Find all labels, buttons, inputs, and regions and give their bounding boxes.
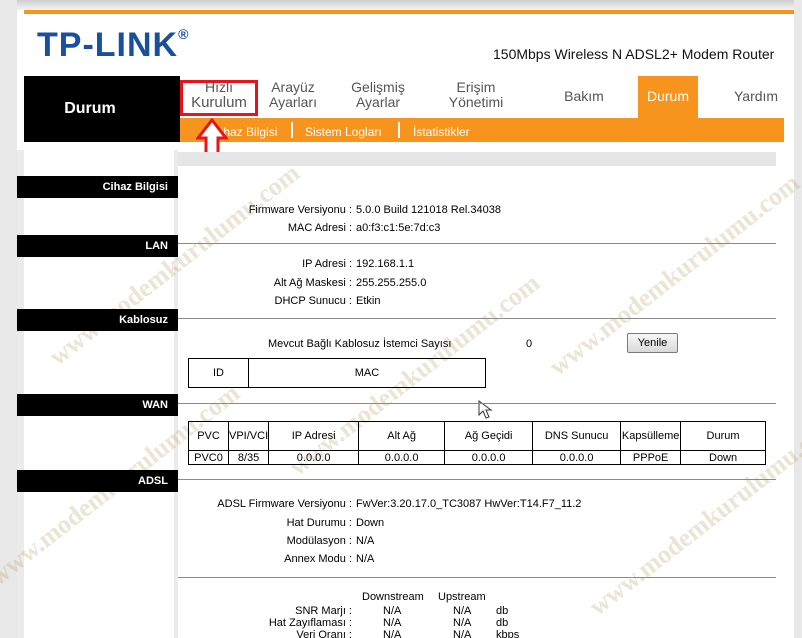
downstream-header: Downstream bbox=[362, 591, 424, 603]
nav-item-label-line1: Erişim bbox=[456, 79, 496, 95]
data-rate-up: N/A bbox=[453, 629, 472, 638]
nav-item-help[interactable]: Yardım bbox=[734, 89, 784, 104]
adsl-firmware-label: ADSL Firmware Versiyonu : bbox=[217, 498, 352, 510]
line-status-label: Hat Durumu : bbox=[286, 517, 352, 529]
table-header: PVC bbox=[188, 421, 229, 451]
wan-table: PVC VPI/VCI IP Adresi Alt Ağ Ağ Geçidi D… bbox=[188, 421, 766, 465]
annex-mode-label: Annex Modu : bbox=[284, 553, 352, 565]
wireless-clients-label: Mevcut Bağlı Kablosuz İstemci Sayısı bbox=[268, 338, 452, 350]
table-header: Ağ Geçidi bbox=[444, 421, 534, 451]
section-divider bbox=[178, 577, 776, 578]
subtab-system-logs[interactable]: Sistem Logları bbox=[305, 125, 382, 139]
table-cell: 0.0.0.0 bbox=[358, 450, 446, 465]
dhcp-server-label: DHCP Sunucu : bbox=[274, 295, 352, 307]
snr-margin-down: N/A bbox=[383, 605, 402, 617]
dhcp-server-value: Etkin bbox=[356, 295, 381, 307]
table-header-id: ID bbox=[188, 358, 249, 388]
nav-item-label-line2: Yönetimi bbox=[448, 94, 504, 110]
nav-item-label-line1: Arayüz bbox=[271, 79, 315, 95]
data-rate-unit: kbps bbox=[496, 629, 520, 638]
nav-item-label: Bakım bbox=[564, 88, 604, 104]
modulation-value: N/A bbox=[356, 535, 375, 547]
section-divider bbox=[178, 479, 776, 480]
subtab-divider bbox=[291, 122, 293, 138]
subtab-divider bbox=[398, 122, 400, 138]
nav-current-section-label: Durum bbox=[64, 100, 116, 117]
window-left-edge bbox=[0, 0, 17, 638]
snr-margin-up: N/A bbox=[453, 605, 472, 617]
section-label-wan: WAN bbox=[17, 394, 178, 416]
firmware-version-value: 5.0.0 Build 121018 Rel.34038 bbox=[356, 204, 501, 216]
nav-item-label: Yardım bbox=[734, 88, 779, 104]
header-accent-bar bbox=[24, 10, 794, 14]
line-status-value: Down bbox=[356, 517, 385, 529]
modulation-label: Modülasyon : bbox=[286, 535, 352, 547]
section-divider bbox=[178, 243, 776, 244]
data-rate-label: Veri Oranı : bbox=[296, 629, 352, 638]
window-top-edge bbox=[0, 0, 802, 10]
line-attenuation-label: Hat Zayıflaması : bbox=[268, 617, 352, 629]
section-label-adsl: ADSL bbox=[17, 470, 178, 492]
table-cell: PVC0 bbox=[188, 450, 229, 465]
ip-address-value: 192.168.1.1 bbox=[356, 258, 415, 270]
nav-item-status[interactable]: Durum bbox=[638, 88, 698, 104]
table-cell: 8/35 bbox=[227, 450, 270, 465]
mac-address-value: a0:f3:c1:5e:7d:c3 bbox=[356, 222, 441, 234]
upstream-header: Upstream bbox=[438, 591, 486, 603]
nav-item-label-line1: Gelişmiş bbox=[351, 79, 405, 95]
table-cell: PPPoE bbox=[620, 450, 682, 465]
table-header: Durum bbox=[680, 421, 766, 451]
snr-margin-label: SNR Marjı : bbox=[295, 605, 352, 617]
model-title: 150Mbps Wireless N ADSL2+ Modem Router bbox=[493, 46, 775, 62]
table-header: IP Adresi bbox=[268, 421, 360, 451]
table-cell: 0.0.0.0 bbox=[532, 450, 622, 465]
line-attenuation-down: N/A bbox=[383, 617, 402, 629]
table-row: PVC0 8/35 0.0.0.0 0.0.0.0 0.0.0.0 0.0.0.… bbox=[188, 450, 766, 465]
table-header-row: PVC VPI/VCI IP Adresi Alt Ağ Ağ Geçidi D… bbox=[188, 421, 766, 451]
table-header: VPI/VCI bbox=[227, 421, 270, 451]
wireless-clients-count: 0 bbox=[526, 338, 533, 350]
adsl-firmware-value: FwVer:3.20.17.0_TC3087 HwVer:T14.F7_11.2 bbox=[356, 498, 582, 510]
section-label-wireless: Kablosuz bbox=[17, 309, 178, 331]
nav-item-access-management[interactable]: Erişim Yönetimi bbox=[438, 80, 514, 110]
nav-item-label-line2: Ayarlar bbox=[355, 94, 401, 110]
refresh-button[interactable]: Yenile bbox=[627, 333, 678, 353]
annex-mode-value: N/A bbox=[356, 553, 375, 565]
firmware-version-label: Firmware Versiyonu : bbox=[248, 204, 352, 216]
table-header-mac: MAC bbox=[248, 358, 486, 388]
section-divider bbox=[178, 403, 776, 404]
nav-item-advanced-setup[interactable]: Gelişmiş Ayarlar bbox=[340, 80, 416, 110]
table-cell: Down bbox=[680, 450, 766, 465]
section-divider bbox=[178, 318, 776, 319]
tp-link-logo: TP-LINK® bbox=[37, 26, 190, 64]
table-header: Kapsülleme bbox=[620, 421, 682, 451]
line-attenuation-up: N/A bbox=[453, 617, 472, 629]
ip-address-label: IP Adresi : bbox=[302, 258, 352, 270]
quick-setup-highlight-box bbox=[180, 80, 258, 116]
section-label-lan: LAN bbox=[17, 235, 178, 257]
wireless-clients-table: ID MAC bbox=[188, 358, 486, 388]
table-cell: 0.0.0.0 bbox=[268, 450, 360, 465]
subtab-statistics[interactable]: İstatistikler bbox=[413, 125, 470, 139]
subnet-mask-value: 255.255.255.0 bbox=[356, 277, 427, 289]
nav-item-interface-setup[interactable]: Arayüz Ayarları bbox=[258, 80, 328, 110]
window-right-edge bbox=[794, 0, 802, 638]
content-top-bar bbox=[178, 152, 776, 166]
table-header: Alt Ağ bbox=[358, 421, 446, 451]
nav-item-label-line2: Ayarları bbox=[269, 94, 317, 110]
section-label-device-info: Cihaz Bilgisi bbox=[17, 176, 178, 198]
mac-address-label: MAC Adresi : bbox=[287, 222, 352, 234]
table-cell: 0.0.0.0 bbox=[444, 450, 534, 465]
data-rate-down: N/A bbox=[383, 629, 402, 638]
table-header: DNS Sunucu bbox=[532, 421, 622, 451]
snr-margin-unit: db bbox=[496, 605, 509, 617]
line-attenuation-unit: db bbox=[496, 617, 509, 629]
subnet-mask-label: Alt Ağ Maskesi : bbox=[273, 277, 352, 289]
nav-item-maintenance[interactable]: Bakım bbox=[558, 89, 610, 104]
